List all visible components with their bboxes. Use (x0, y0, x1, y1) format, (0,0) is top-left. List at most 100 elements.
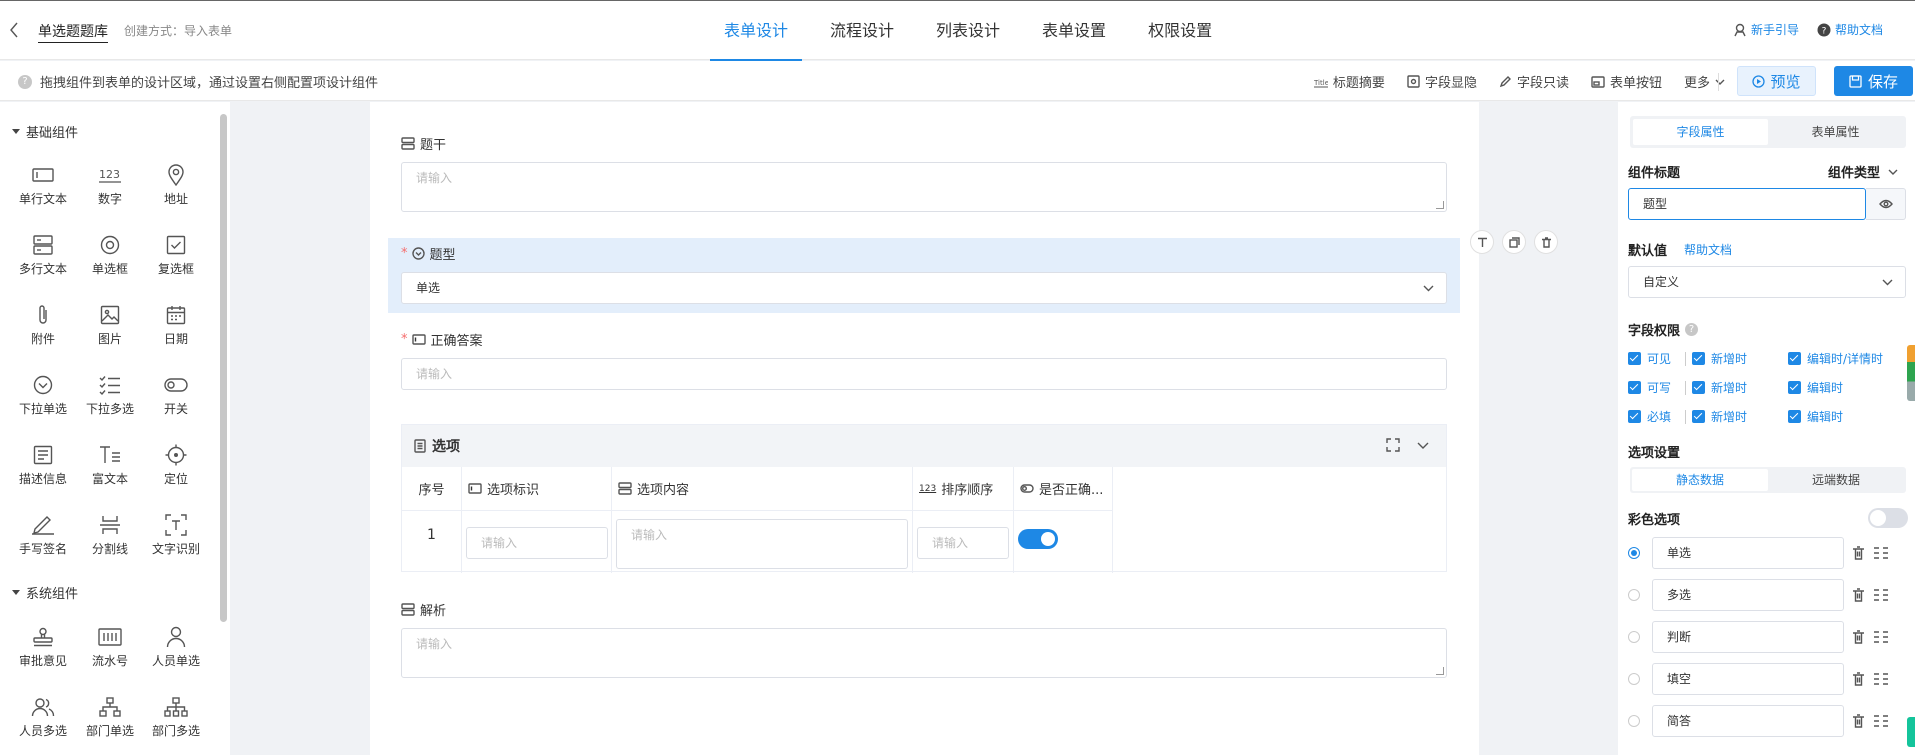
trash-icon[interactable] (1852, 672, 1865, 686)
drag-handle-icon[interactable] (1873, 714, 1889, 728)
trash-icon[interactable] (1852, 630, 1865, 644)
drag-handle-icon[interactable] (1873, 672, 1889, 686)
option-default-radio[interactable] (1628, 715, 1640, 727)
floating-side-widget[interactable] (1907, 345, 1915, 401)
left-panel-scrollbar[interactable] (220, 114, 227, 622)
help-doc-link[interactable]: ? 帮助文档 (1817, 21, 1883, 38)
component-users[interactable]: 人员多选 (10, 696, 76, 746)
permission-on-create-checkbox[interactable]: 新增时 (1692, 379, 1788, 396)
permission-checkbox[interactable]: 必填 (1628, 408, 1692, 425)
option-default-radio[interactable] (1628, 589, 1640, 601)
permission-on-edit-checkbox[interactable]: 编辑时/详情时 (1788, 350, 1883, 367)
field-readonly-button[interactable]: 字段只读 (1499, 72, 1569, 91)
drag-handle-icon[interactable] (1873, 546, 1889, 560)
component-calendar[interactable]: 日期 (143, 304, 209, 354)
component-radio[interactable]: 单选框 (77, 234, 143, 284)
back-arrow-icon[interactable] (8, 21, 24, 41)
tab-flow-design[interactable]: 流程设计 (816, 1, 908, 61)
component-rich-text[interactable]: 富文本 (77, 444, 143, 494)
trash-icon[interactable] (1852, 714, 1865, 728)
component-title-input[interactable]: 题型 (1628, 188, 1866, 220)
answer-input[interactable]: 请输入 (401, 358, 1447, 390)
tab-form-design[interactable]: 表单设计 (710, 1, 803, 61)
component-type-dropdown[interactable]: 组件类型 (1828, 162, 1898, 181)
copy-field-action[interactable] (1502, 230, 1526, 254)
permission-checkbox[interactable]: 可写 (1628, 379, 1692, 396)
component-ocr[interactable]: 文字识别 (143, 514, 209, 564)
delete-field-action[interactable] (1534, 230, 1558, 254)
component-checkbox[interactable]: 复选框 (143, 234, 209, 284)
permission-on-create-checkbox[interactable]: 新增时 (1692, 408, 1788, 425)
component-serial-number[interactable]: 流水号 (77, 626, 143, 676)
group-basic-components[interactable]: 基础组件 (12, 122, 78, 141)
stem-textarea[interactable]: 请输入 (401, 162, 1447, 212)
save-button[interactable]: 保存 (1834, 66, 1913, 96)
drag-handle-icon[interactable] (1873, 630, 1889, 644)
component-user[interactable]: 人员单选 (143, 626, 209, 676)
trash-icon[interactable] (1852, 546, 1865, 560)
tab-remote-data[interactable]: 远端数据 (1768, 469, 1904, 491)
group-system-components[interactable]: 系统组件 (12, 583, 78, 602)
option-input[interactable]: 判断 (1652, 621, 1844, 653)
default-value-select[interactable]: 自定义 (1628, 266, 1906, 298)
field-title-action[interactable] (1470, 230, 1494, 254)
tab-field-properties[interactable]: 字段属性 (1633, 119, 1768, 145)
component-multi-line-text[interactable]: 多行文本 (10, 234, 76, 284)
chevron-down-icon[interactable] (1416, 438, 1430, 452)
component-crosshair[interactable]: 定位 (143, 444, 209, 494)
is-correct-switch[interactable] (1018, 529, 1058, 549)
field-correct-answer[interactable]: * 正确答案 请输入 (401, 330, 1447, 390)
floating-side-tab[interactable] (1907, 717, 1915, 747)
guide-link[interactable]: 新手引导 (1733, 21, 1799, 38)
help-doc-link[interactable]: 帮助文档 (1684, 241, 1732, 258)
field-analysis[interactable]: 解析 请输入 (401, 600, 1447, 678)
tab-form-properties[interactable]: 表单属性 (1768, 119, 1903, 145)
form-buttons-button[interactable]: 表单按钮 (1591, 72, 1662, 91)
sort-order-input[interactable]: 请输入 (917, 527, 1009, 559)
component-image[interactable]: 图片 (77, 304, 143, 354)
permission-on-edit-checkbox[interactable]: 编辑时 (1788, 379, 1843, 396)
tab-permission-settings[interactable]: 权限设置 (1134, 1, 1226, 61)
title-visibility-toggle[interactable] (1866, 188, 1906, 220)
tab-form-settings[interactable]: 表单设置 (1028, 1, 1120, 61)
permission-checkbox[interactable]: 可见 (1628, 350, 1692, 367)
fullscreen-icon[interactable] (1386, 438, 1400, 452)
field-stem[interactable]: 题干 请输入 (401, 134, 1447, 212)
field-visibility-button[interactable]: 字段显隐 (1407, 72, 1477, 91)
option-input[interactable]: 填空 (1652, 663, 1844, 695)
option-default-radio[interactable] (1628, 547, 1640, 559)
analysis-textarea[interactable]: 请输入 (401, 628, 1447, 678)
component-dropdown-single[interactable]: 下拉单选 (10, 374, 76, 424)
component-org-multi[interactable]: 部门多选 (143, 696, 209, 746)
trash-icon[interactable] (1852, 588, 1865, 602)
option-content-textarea[interactable]: 请输入 (616, 519, 908, 569)
component-divider[interactable]: 分割线 (77, 514, 143, 564)
option-default-radio[interactable] (1628, 631, 1640, 643)
component-signature[interactable]: 手写签名 (10, 514, 76, 564)
field-question-type[interactable]: * 题型 单选 (401, 244, 1447, 304)
component-number[interactable]: 123 数字 (77, 164, 143, 214)
component-single-line-text[interactable]: 单行文本 (10, 164, 76, 214)
option-default-radio[interactable] (1628, 673, 1640, 685)
component-stamp[interactable]: 审批意见 (10, 626, 76, 676)
option-input[interactable]: 简答 (1652, 705, 1844, 737)
permission-on-edit-checkbox[interactable]: 编辑时 (1788, 408, 1843, 425)
title-summary-button[interactable]: Title 标题摘要 (1313, 72, 1385, 91)
option-key-input[interactable]: 请输入 (466, 527, 608, 559)
app-title[interactable]: 单选题题库 (38, 21, 108, 43)
component-dropdown-multi[interactable]: 下拉多选 (77, 374, 143, 424)
drag-handle-icon[interactable] (1873, 588, 1889, 602)
tab-list-design[interactable]: 列表设计 (922, 1, 1014, 61)
color-option-toggle[interactable] (1868, 508, 1908, 528)
tab-static-data[interactable]: 静态数据 (1632, 469, 1768, 491)
component-location-pin[interactable]: 地址 (143, 164, 209, 214)
type-select[interactable]: 单选 (401, 272, 1447, 304)
option-input[interactable]: 单选 (1652, 537, 1844, 569)
option-input[interactable]: 多选 (1652, 579, 1844, 611)
permission-on-create-checkbox[interactable]: 新增时 (1692, 350, 1788, 367)
component-description[interactable]: 描述信息 (10, 444, 76, 494)
component-paperclip[interactable]: 附件 (10, 304, 76, 354)
component-org[interactable]: 部门单选 (77, 696, 143, 746)
component-switch[interactable]: 开关 (143, 374, 209, 424)
preview-button[interactable]: 预览 (1737, 66, 1816, 96)
